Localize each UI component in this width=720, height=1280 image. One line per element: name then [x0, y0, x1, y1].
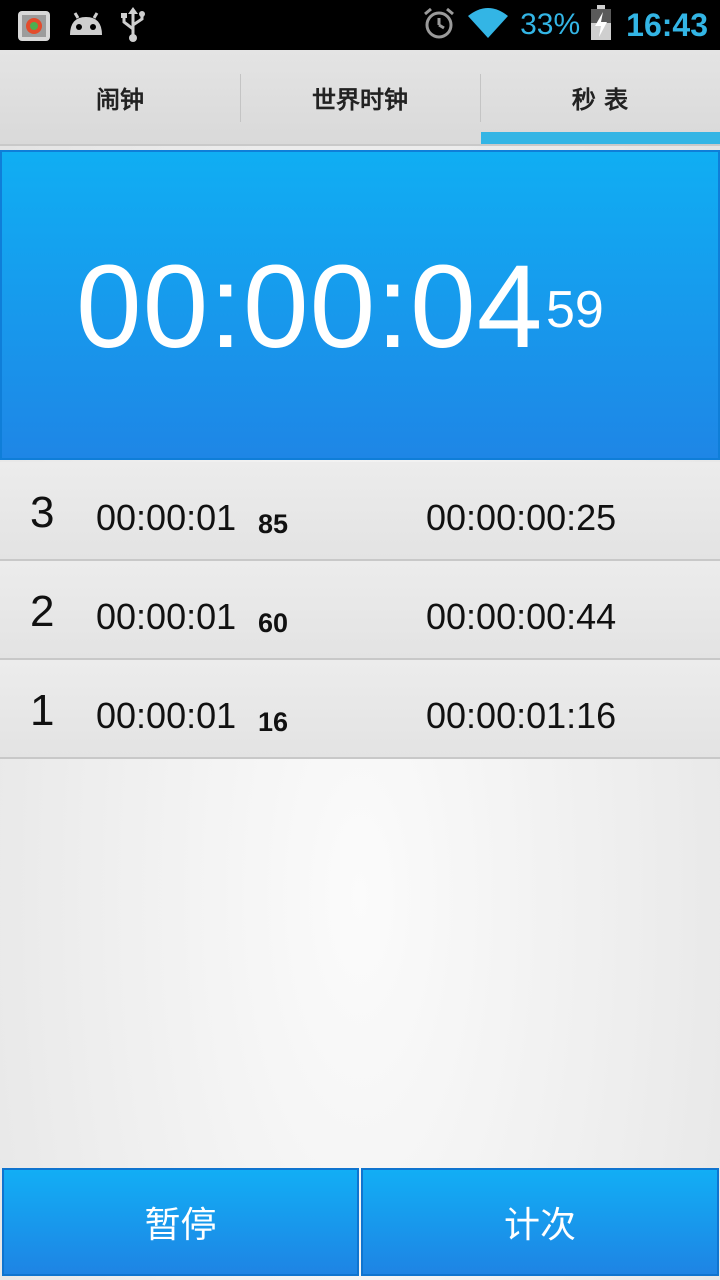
lap-list: 3 00:00:01 85 00:00:00:25 2 00:00:01 60 …	[0, 462, 720, 759]
lap-fraction: 85	[258, 509, 289, 539]
status-bar-notifications	[16, 7, 146, 47]
lap-fraction: 60	[258, 608, 289, 638]
lap-number: 3	[30, 488, 55, 537]
lap-number: 1	[30, 686, 55, 735]
lap-row: 3 00:00:01 85 00:00:00:25	[0, 462, 720, 561]
status-clock: 16:43	[626, 6, 708, 43]
tab-world-clock[interactable]: 世界时钟	[240, 50, 480, 144]
lap-button[interactable]: 计次	[361, 1168, 719, 1276]
tab-alarm[interactable]: 闹钟	[0, 50, 240, 144]
lap-total: 00:00:00:25	[426, 497, 617, 538]
lap-time: 00:00:01	[96, 596, 237, 637]
lap-time: 00:00:01	[96, 695, 237, 736]
status-bar-system: 33% 16:43	[422, 0, 708, 50]
android-icon	[66, 9, 106, 45]
selected-tab-indicator	[481, 132, 720, 144]
pause-button[interactable]: 暂停	[2, 1168, 359, 1276]
usb-icon	[120, 7, 146, 47]
lap-total: 00:00:01:16	[426, 695, 617, 736]
tab-bar: 闹钟 世界时钟 秒 表	[0, 50, 720, 146]
lap-row: 2 00:00:01 60 00:00:00:44	[0, 561, 720, 660]
status-bar: 33% 16:43	[0, 0, 720, 50]
stopwatch-main-time: 00:00:04	[76, 241, 544, 373]
stopwatch-fraction: 59	[546, 281, 604, 339]
stopwatch-display: 00:00:04 59	[0, 150, 720, 460]
lap-time: 00:00:01	[96, 497, 237, 538]
wifi-icon	[466, 6, 510, 44]
battery-percentage: 33%	[520, 8, 581, 41]
tab-stopwatch[interactable]: 秒 表	[480, 50, 720, 144]
app-notification-icon	[16, 7, 52, 47]
alarm-icon	[422, 6, 456, 44]
lap-fraction: 16	[258, 707, 289, 737]
battery-charging-icon	[590, 5, 612, 45]
lap-row: 1 00:00:01 16 00:00:01:16	[0, 660, 720, 759]
lap-total: 00:00:00:44	[426, 596, 617, 637]
lap-number: 2	[30, 587, 55, 636]
